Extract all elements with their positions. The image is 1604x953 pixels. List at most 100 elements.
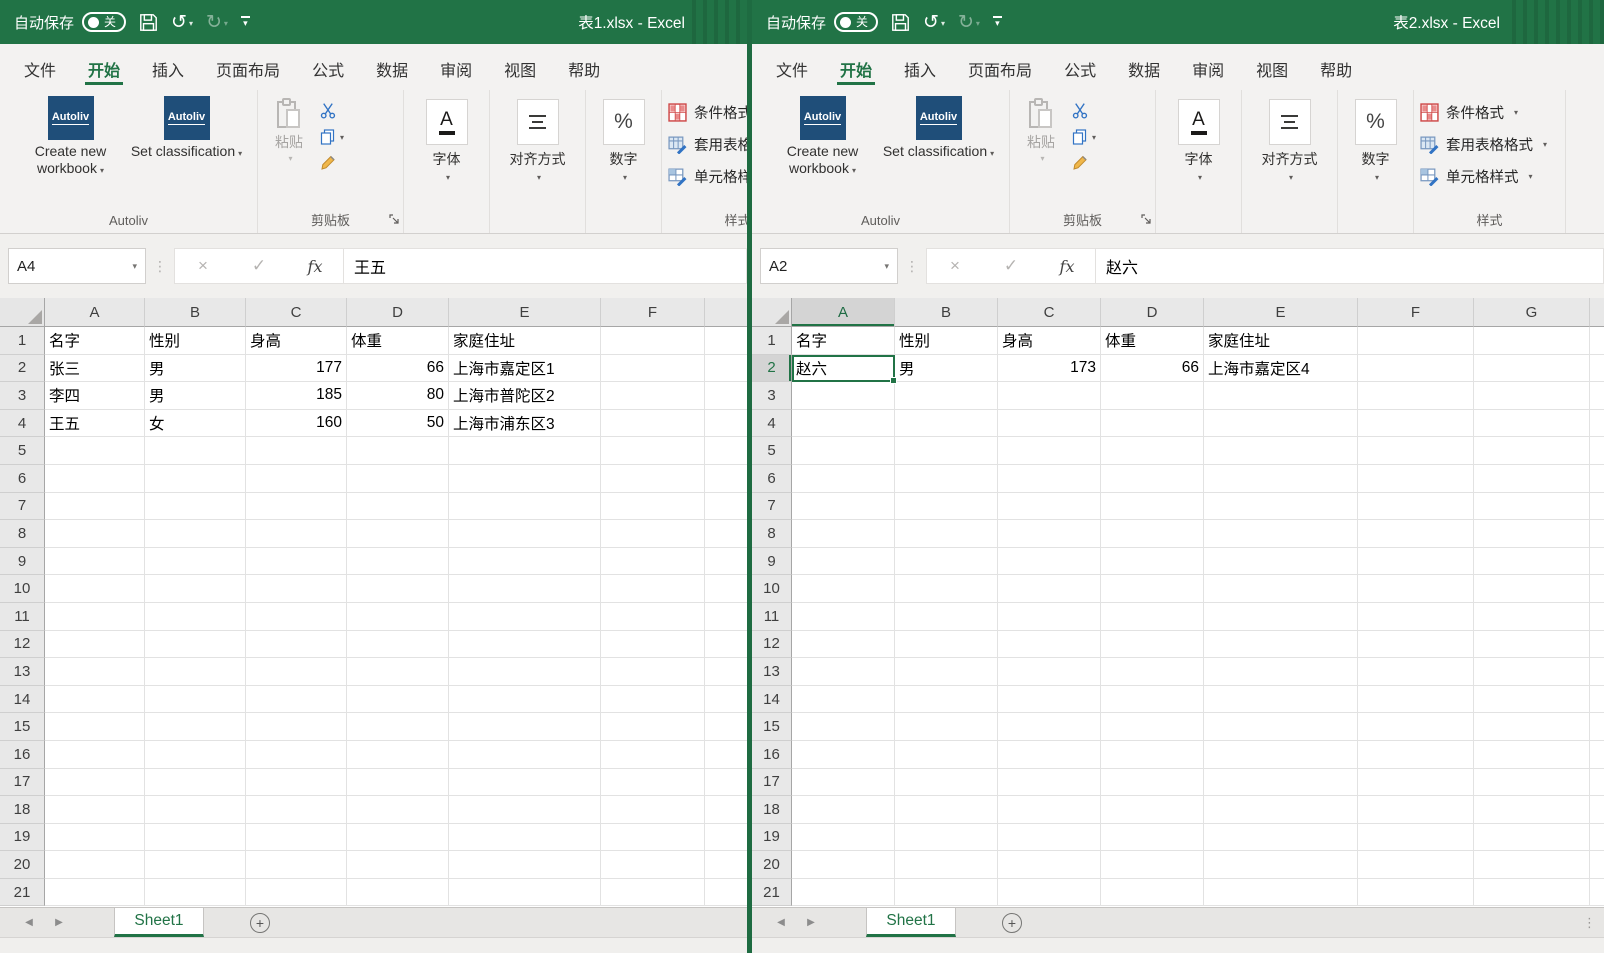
row-header[interactable]: 2 [0,355,45,383]
grid-cell[interactable] [1590,851,1604,879]
grid-cell[interactable] [601,382,705,410]
grid-cell[interactable]: 家庭住址 [449,327,601,355]
grid-cell[interactable] [1590,769,1604,797]
grid-cell[interactable] [145,851,246,879]
grid-cell[interactable] [1101,879,1204,907]
grid-cell[interactable] [1590,603,1604,631]
grid-cell[interactable] [601,658,705,686]
row-header[interactable]: 9 [0,548,45,576]
grid-cell[interactable] [347,520,449,548]
redo-icon[interactable]: ↻▾ [958,13,980,32]
grid-cell[interactable] [45,796,145,824]
grid-cell[interactable] [1590,465,1604,493]
grid-cell[interactable] [145,548,246,576]
grid-cell[interactable]: 张三 [45,355,145,383]
menu-tab-data[interactable]: 数据 [360,44,424,90]
grid-cell[interactable] [1101,520,1204,548]
fill-handle[interactable] [890,377,897,384]
font-group-button[interactable]: A 字体 ▾ [404,90,489,182]
grid-cell[interactable] [998,796,1101,824]
grid-cell[interactable] [1358,437,1474,465]
grid-cell[interactable]: 男 [145,382,246,410]
grid-cell[interactable]: 赵六 [792,355,895,383]
grid-cell[interactable] [1204,437,1358,465]
cut-icon[interactable] [320,102,337,119]
cell-styles-button[interactable]: 单元格样式 ▾ [1420,160,1565,192]
row-header[interactable]: 4 [0,410,45,438]
row-header[interactable]: 9 [752,548,792,576]
grid-cell[interactable] [1204,603,1358,631]
autosave-toggle[interactable]: 关 [82,12,126,32]
name-box-dropdown-icon[interactable]: ▾ [132,261,137,272]
grid-cell[interactable] [145,603,246,631]
menu-tab-file[interactable]: 文件 [760,44,824,90]
grid-cell[interactable] [1474,796,1590,824]
grid-cell[interactable] [246,603,347,631]
row-header[interactable]: 11 [752,603,792,631]
grid-cell[interactable] [1101,769,1204,797]
undo-icon[interactable]: ↺▾ [171,13,193,32]
grid-cell[interactable] [1358,548,1474,576]
grid-cell[interactable] [449,603,601,631]
add-sheet-button[interactable]: + [240,908,280,937]
column-header[interactable]: G [1474,298,1590,327]
grid-cell[interactable] [1204,465,1358,493]
grid-cell[interactable]: 66 [347,355,449,383]
grid-cell[interactable] [347,796,449,824]
conditional-formatting-button[interactable]: 条件格式 ▾ [1420,96,1565,128]
grid-cell[interactable] [145,658,246,686]
select-all-corner[interactable] [752,298,792,327]
grid-cell[interactable] [998,410,1101,438]
sheet-tab[interactable]: Sheet1 [866,908,956,937]
grid-cell[interactable] [1358,824,1474,852]
grid-cell[interactable] [705,631,747,659]
grid-cell[interactable] [601,879,705,907]
grid-cell[interactable] [1358,327,1474,355]
row-header[interactable]: 15 [0,713,45,741]
grid-cell[interactable] [601,465,705,493]
grid-cell[interactable] [792,741,895,769]
grid-cell[interactable] [1590,355,1604,383]
row-header[interactable]: 12 [752,631,792,659]
grid-cell[interactable] [998,713,1101,741]
menu-tab-formulas[interactable]: 公式 [1048,44,1112,90]
grid-cell[interactable] [895,382,998,410]
grid-cell[interactable] [1358,465,1474,493]
grid-cell[interactable]: 性别 [145,327,246,355]
grid-cell[interactable] [1101,575,1204,603]
insert-function-icon[interactable]: fx [287,257,343,276]
menu-tab-page-layout[interactable]: 页面布局 [200,44,296,90]
grid-cell[interactable] [1204,382,1358,410]
set-classification-button[interactable]: Autoliv Set classification▾ [883,96,995,208]
grid-cell[interactable] [1474,741,1590,769]
grid-cell[interactable] [705,796,747,824]
grid-cell[interactable] [1590,548,1604,576]
grid-cell[interactable] [998,851,1101,879]
menu-tab-review[interactable]: 审阅 [424,44,488,90]
grid-cell[interactable] [792,824,895,852]
grid-cell[interactable] [1358,382,1474,410]
row-header[interactable]: 14 [752,686,792,714]
grid-cell[interactable] [45,520,145,548]
row-header[interactable]: 20 [752,851,792,879]
grid-cell[interactable] [601,631,705,659]
column-header[interactable]: C [998,298,1101,327]
grid-cell[interactable] [449,741,601,769]
copy-icon[interactable]: ▾ [1072,129,1096,145]
grid-cell[interactable] [45,769,145,797]
row-header[interactable]: 6 [752,465,792,493]
add-sheet-button[interactable]: + [992,908,1032,937]
grid-cell[interactable] [1204,879,1358,907]
grid-cell[interactable] [145,520,246,548]
grid-cell[interactable] [998,465,1101,493]
row-header[interactable]: 18 [0,796,45,824]
grid-cell[interactable] [601,686,705,714]
grid-cell[interactable] [601,796,705,824]
grid-cell[interactable] [1204,851,1358,879]
grid-cell[interactable] [1590,658,1604,686]
grid-cell[interactable] [347,603,449,631]
row-header[interactable]: 19 [0,824,45,852]
grid-cell[interactable] [1101,603,1204,631]
undo-icon[interactable]: ↺▾ [923,13,945,32]
grid-cell[interactable] [45,713,145,741]
